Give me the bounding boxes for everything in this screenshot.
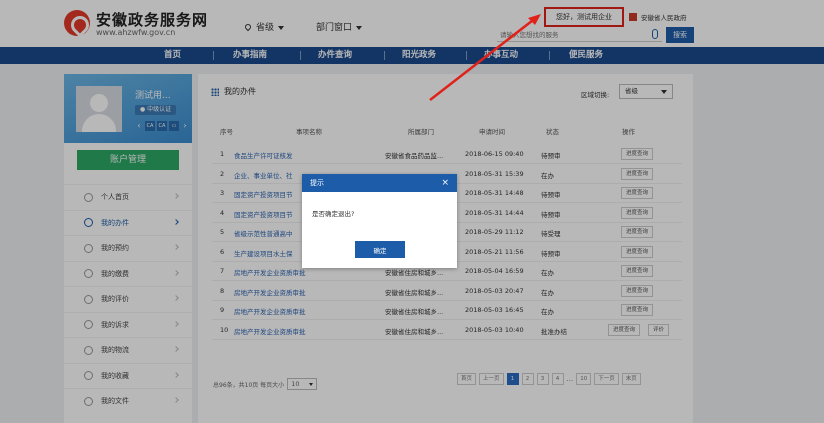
dialog-header: 提示 × (302, 174, 457, 192)
confirm-button[interactable]: 确定 (355, 241, 405, 258)
dialog-message: 是否确定退出? (312, 210, 355, 218)
logout-confirm-dialog: 提示 × 是否确定退出? 确定 (302, 174, 457, 268)
close-icon[interactable]: × (441, 174, 449, 192)
dialog-title: 提示 (310, 179, 324, 187)
